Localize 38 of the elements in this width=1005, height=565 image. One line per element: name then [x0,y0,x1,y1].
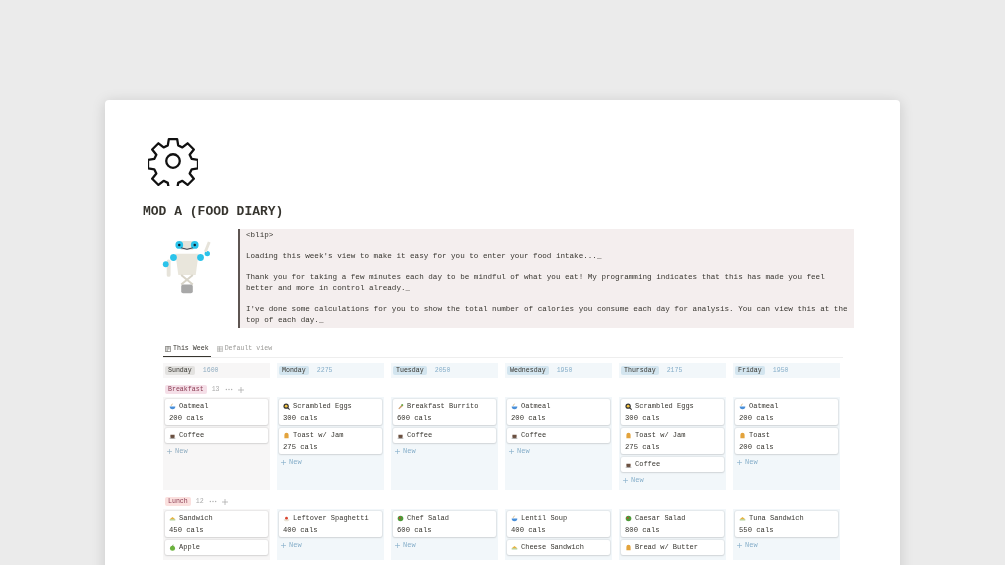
cup-icon [625,461,632,468]
plus-icon[interactable] [237,386,244,393]
bowl-icon [739,403,746,410]
toast-icon [625,544,632,551]
pan-icon [283,403,290,410]
bowl-icon [511,403,518,410]
more-icon[interactable] [208,500,217,503]
plus-icon [737,459,742,465]
plus-icon [395,448,400,454]
plus-icon [281,542,286,548]
toast-icon [625,432,632,439]
pasta-icon [283,515,290,522]
bowl-icon [169,403,176,410]
sandwich-icon [511,544,518,551]
cup-icon [397,432,404,439]
plus-icon [281,459,286,465]
apple-icon [169,544,176,551]
salad-icon [397,515,404,522]
cup-icon [511,432,518,439]
toast-icon [739,432,746,439]
plus-icon [623,477,628,483]
sandwich-icon [169,515,176,522]
plus-icon[interactable] [221,498,228,505]
plus-icon [167,448,172,454]
sandwich-icon [739,515,746,522]
table-icon [216,345,223,352]
cup-icon [169,432,176,439]
more-icon[interactable] [224,388,233,391]
plus-icon [395,542,400,548]
toast-icon [283,432,290,439]
salad-icon [625,515,632,522]
plus-icon [737,542,742,548]
board-icon [165,345,171,352]
page-title: MOD A (FOOD DIARY) [143,204,285,219]
pan-icon [625,403,632,410]
bowl-icon [511,515,518,522]
settings-icon [148,136,198,186]
plus-icon [509,448,514,454]
